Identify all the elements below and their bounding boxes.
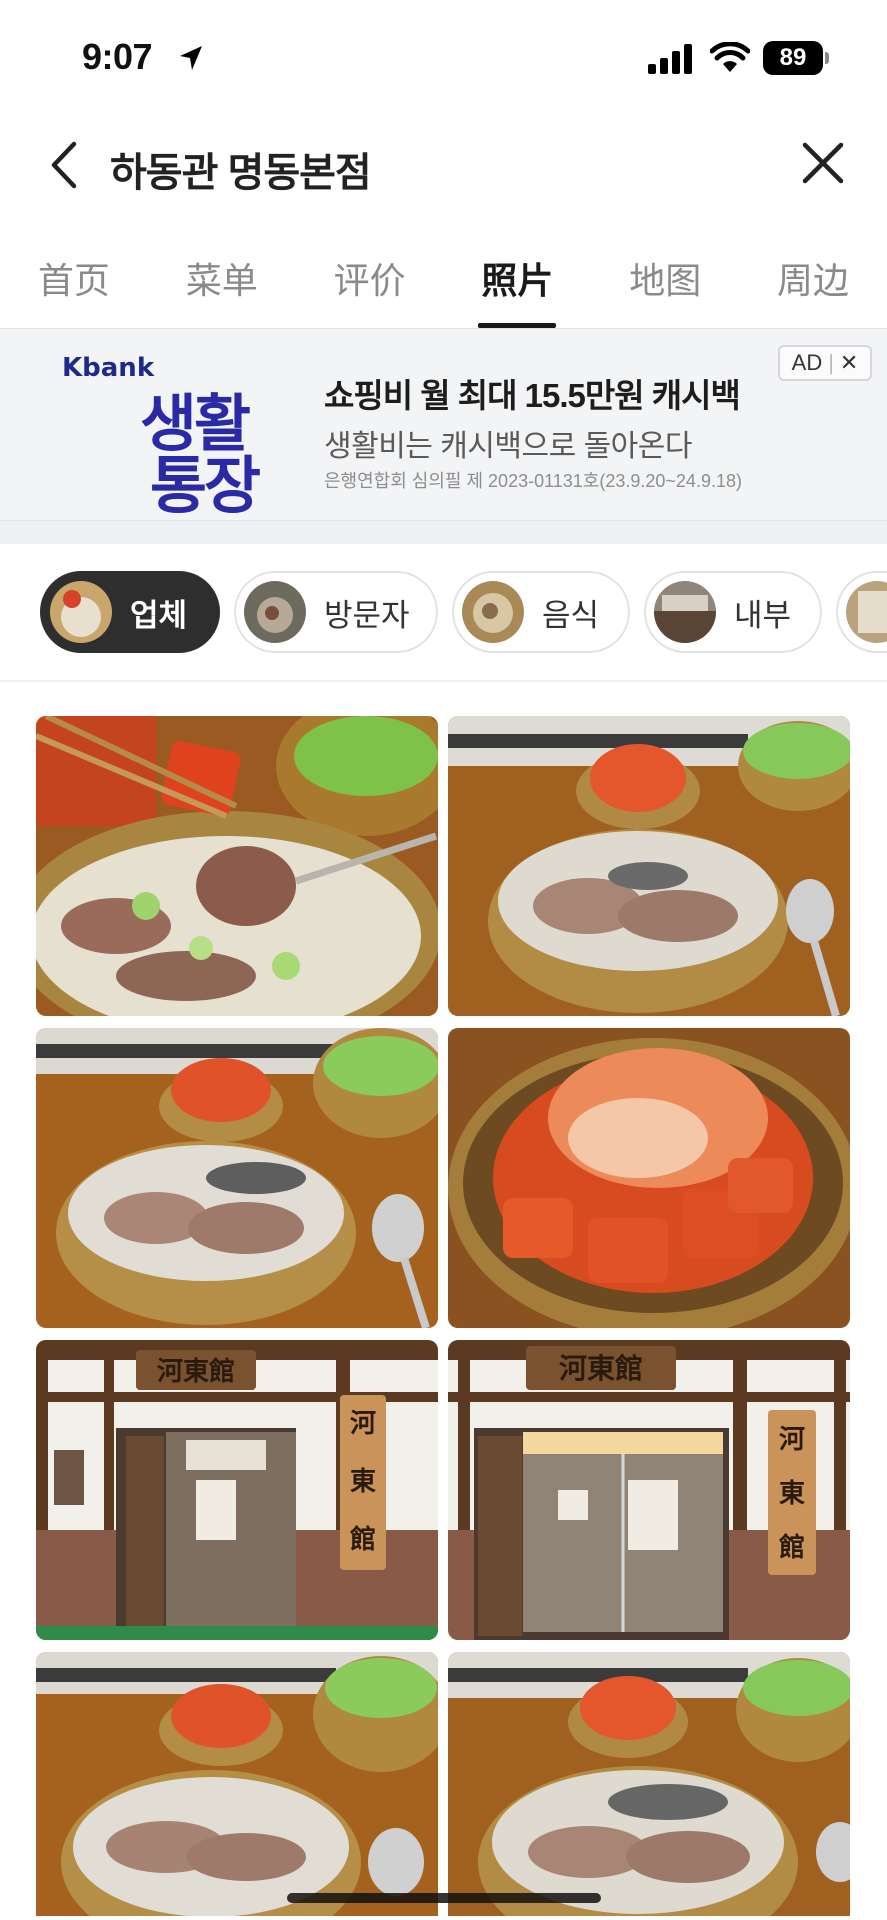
- back-icon[interactable]: [42, 138, 86, 192]
- storefront-sign-char: 館: [779, 1532, 805, 1563]
- status-time: 9:07: [82, 36, 153, 77]
- tab-nearby[interactable]: 周边: [739, 230, 887, 328]
- ad-label: AD: [791, 350, 823, 375]
- page-title: 하동관 명동본점: [110, 151, 372, 195]
- photo-item[interactable]: [36, 1028, 438, 1328]
- ad-logo: Kbank 생활 통장: [60, 351, 300, 521]
- photo-item[interactable]: [448, 1028, 850, 1328]
- chip-thumbnail: [462, 581, 524, 643]
- photo-item[interactable]: [36, 1652, 438, 1916]
- tab-menu[interactable]: 菜单: [148, 230, 296, 328]
- storefront-sign-top: 河東館: [559, 1352, 643, 1385]
- storefront-sign-char: 河: [779, 1425, 805, 1455]
- chip-thumbnail: [654, 581, 716, 643]
- food-photo-image: [36, 1652, 438, 1916]
- filter-chip-label: 내부: [734, 597, 792, 633]
- filter-chip-food[interactable]: 음식: [452, 571, 630, 653]
- wifi-icon: [710, 42, 750, 72]
- location-arrow-icon: [180, 46, 202, 70]
- filter-chip-label: 업체: [130, 597, 188, 633]
- ad-logo-line2: 통장: [150, 452, 261, 521]
- section-divider: [0, 520, 887, 544]
- storefront-sign-char: 館: [350, 1524, 376, 1555]
- battery-indicator: 89: [763, 41, 823, 75]
- filter-chip-more[interactable]: [836, 571, 887, 653]
- filter-chip-business[interactable]: 업체: [40, 571, 220, 653]
- filter-chip-interior[interactable]: 내부: [644, 571, 822, 653]
- ad-banner[interactable]: Kbank 생활 통장 쇼핑비 월 최대 15.5만원 캐시백 생활비는 캐시백…: [0, 328, 887, 521]
- photo-item[interactable]: 河東館 河 東 館: [36, 1340, 438, 1640]
- filter-chip-visitor[interactable]: 방문자: [234, 571, 438, 653]
- photo-item[interactable]: [36, 716, 438, 1016]
- food-photo-image: [36, 716, 438, 1016]
- food-photo-image: [448, 1652, 850, 1916]
- storefront-sign-char: 河: [350, 1409, 376, 1439]
- photo-item[interactable]: [448, 716, 850, 1016]
- storefront-sign-top: 河東館: [157, 1356, 235, 1387]
- ad-close-button[interactable]: AD | ✕: [778, 345, 872, 381]
- food-photo-image: [36, 1028, 438, 1328]
- status-bar: 9:07 89: [0, 0, 887, 110]
- ad-close-icon: ✕: [839, 350, 859, 375]
- ad-subline: 생활비는 캐시백으로 돌아온다: [324, 430, 692, 463]
- food-photo-image: [448, 716, 850, 1016]
- home-indicator[interactable]: [287, 1893, 601, 1903]
- storefront-sign-char: 東: [779, 1479, 805, 1509]
- ad-headline: 쇼핑비 월 최대 15.5만원 캐시백: [324, 377, 741, 414]
- filter-chip-label: 방문자: [324, 597, 410, 633]
- chip-thumbnail: [50, 581, 112, 643]
- ad-note: 은행연합회 심의필 제 2023-01131호(23.9.20~24.9.18): [324, 471, 742, 491]
- photo-item[interactable]: 河東館 河 東 館: [448, 1340, 850, 1640]
- food-photo-image: [448, 1028, 850, 1328]
- tab-home[interactable]: 首页: [0, 230, 148, 328]
- tab-map[interactable]: 地图: [591, 230, 739, 328]
- close-icon[interactable]: [800, 140, 846, 186]
- storefront-photo-image: 河東館 河 東 館: [448, 1340, 850, 1640]
- chip-thumbnail: [846, 581, 887, 643]
- tab-bar: 首页 菜单 评价 照片 地图 周边: [0, 230, 887, 328]
- tab-reviews[interactable]: 评价: [296, 230, 444, 328]
- photo-filter-chips: 업체 방문자 음식 내부: [0, 544, 887, 682]
- ad-badge-divider: |: [828, 350, 834, 375]
- storefront-photo-image: 河東館 河 東 館: [36, 1340, 438, 1640]
- photo-item[interactable]: [448, 1652, 850, 1916]
- signal-icon: [648, 44, 692, 74]
- battery-cap: [825, 52, 829, 64]
- filter-chip-label: 음식: [542, 597, 600, 633]
- storefront-sign-char: 東: [350, 1467, 376, 1497]
- chip-thumbnail: [244, 581, 306, 643]
- header: 하동관 명동본점: [0, 110, 887, 220]
- tab-photos[interactable]: 照片: [443, 230, 591, 328]
